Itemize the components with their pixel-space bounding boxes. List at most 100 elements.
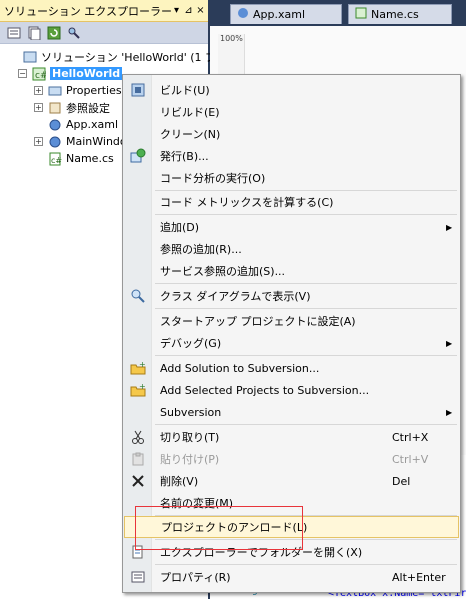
svg-text:+: + — [139, 382, 146, 391]
menu-item-add-service-reference[interactable]: サービス参照の追加(S)... — [124, 260, 459, 282]
properties-window-icon — [124, 566, 152, 588]
csharp-project-icon: c# — [31, 66, 47, 82]
menu-item-publish[interactable]: 発行(B)... — [124, 145, 459, 167]
solution-explorer-title-bar: ソリューション エクスプローラー ▾ ⊿ × — [0, 0, 208, 22]
menu-item-label: プロパティ(R) — [160, 571, 231, 584]
expand-icon[interactable]: + — [34, 86, 43, 95]
cut-icon — [124, 426, 152, 448]
close-icon[interactable]: × — [196, 5, 205, 16]
menu-item-label: 追加(D) — [160, 221, 200, 234]
xaml-file-icon — [47, 117, 63, 133]
menu-item-label: Add Solution to Subversion... — [160, 361, 320, 375]
tree-item-project[interactable]: − c# HelloWorld — [18, 65, 123, 82]
menu-item-add[interactable]: 追加(D) ▶ — [124, 216, 459, 238]
refresh-icon[interactable] — [46, 25, 62, 41]
svg-text:c#: c# — [51, 156, 62, 165]
menu-item-rebuild[interactable]: リビルド(E) — [124, 101, 459, 123]
menu-item-label: コード メトリックスを計算する(C) — [160, 196, 334, 209]
menu-item-label: スタートアップ プロジェクトに設定(A) — [160, 315, 356, 328]
collapse-icon[interactable]: − — [18, 69, 27, 78]
menu-item-view-class-diagram[interactable]: クラス ダイアグラムで表示(V) — [124, 285, 459, 307]
cs-file-icon: c# — [47, 151, 63, 167]
publish-icon — [124, 145, 152, 167]
auto-hide-icon[interactable]: ⊿ — [184, 5, 193, 16]
menu-item-label: ビルド(U) — [160, 84, 210, 97]
zoom-level[interactable]: 100% — [220, 34, 243, 43]
menu-item-clean[interactable]: クリーン(N) — [124, 123, 459, 145]
menu-item-subversion[interactable]: Subversion ▶ — [124, 401, 459, 423]
submenu-arrow-icon: ▶ — [446, 222, 453, 232]
menu-separator — [155, 214, 457, 215]
tab-app-xaml[interactable]: App.xaml — [230, 4, 342, 24]
class-diagram-icon — [124, 285, 152, 307]
menu-separator — [155, 308, 457, 309]
submenu-arrow-icon: ▶ — [446, 338, 453, 348]
menu-item-set-startup-project[interactable]: スタートアップ プロジェクトに設定(A) — [124, 310, 459, 332]
menu-item-label: サービス参照の追加(S)... — [160, 265, 286, 278]
menu-item-add-reference[interactable]: 参照の追加(R)... — [124, 238, 459, 260]
editor-tab-strip: App.xaml Name.cs — [210, 0, 466, 26]
menu-item-build[interactable]: ビルド(U) — [124, 79, 459, 101]
menu-item-label: デバッグ(G) — [160, 337, 222, 350]
svg-text:+: + — [139, 360, 146, 369]
svg-text:c#: c# — [35, 71, 46, 81]
tree-item-label: HelloWorld — [50, 67, 123, 80]
references-icon — [47, 100, 63, 116]
tab-label: Name.cs — [371, 8, 419, 21]
tree-item-references[interactable]: + 参照設定 — [34, 99, 110, 116]
menu-separator — [155, 564, 457, 565]
expand-icon[interactable]: + — [34, 103, 43, 112]
menu-item-shortcut: Ctrl+X — [392, 430, 429, 444]
menu-item-label: 発行(B)... — [160, 150, 209, 163]
build-icon — [124, 79, 152, 101]
add-folder-icon: + — [124, 379, 152, 401]
tree-item-label: Name.cs — [66, 152, 114, 165]
tree-item-name-cs[interactable]: c# Name.cs — [47, 150, 114, 167]
menu-item-delete[interactable]: 削除(V) Del — [124, 470, 459, 492]
menu-item-label: クラス ダイアグラムで表示(V) — [160, 290, 311, 303]
menu-item-label: Subversion — [160, 405, 222, 419]
annotation-highlight-box — [135, 506, 303, 550]
menu-item-label: 参照の追加(R)... — [160, 243, 242, 256]
tree-item-label: App.xaml — [66, 118, 119, 131]
menu-item-label: 削除(V) — [160, 475, 199, 488]
properties-icon — [47, 83, 63, 99]
menu-item-shortcut: Alt+Enter — [392, 570, 446, 584]
menu-item-code-metrics[interactable]: コード メトリックスを計算する(C) — [124, 191, 459, 213]
tree-item-mainwindow[interactable]: + MainWindow — [34, 133, 136, 150]
menu-item-label: Add Selected Projects to Subversion... — [160, 383, 370, 397]
properties-button-icon[interactable] — [6, 25, 22, 41]
menu-item-debug[interactable]: デバッグ(G) ▶ — [124, 332, 459, 354]
tree-item-solution[interactable]: ソリューション 'HelloWorld' (1 プロジ — [22, 48, 238, 65]
tree-item-properties[interactable]: + Properties — [34, 82, 122, 99]
tree-item-app-xaml[interactable]: App.xaml — [47, 116, 118, 133]
add-folder-icon: + — [124, 357, 152, 379]
show-all-files-icon[interactable] — [26, 25, 42, 41]
tree-item-label: Properties — [66, 84, 122, 97]
tree-item-label: 参照設定 — [66, 101, 110, 115]
cs-file-icon — [355, 7, 367, 22]
menu-item-cut[interactable]: 切り取り(T) Ctrl+X — [124, 426, 459, 448]
xaml-file-icon — [237, 7, 249, 22]
expand-icon[interactable]: + — [34, 137, 43, 146]
menu-item-properties[interactable]: プロパティ(R) Alt+Enter — [124, 566, 459, 588]
menu-item-run-code-analysis[interactable]: コード分析の実行(O) — [124, 167, 459, 189]
view-class-diagram-icon[interactable] — [66, 25, 82, 41]
menu-item-shortcut: Ctrl+V — [392, 452, 429, 466]
pin-icon[interactable]: ▾ — [172, 5, 181, 16]
tree-item-label: ソリューション 'HelloWorld' (1 プロジ — [41, 50, 239, 64]
menu-separator — [155, 283, 457, 284]
tab-label: App.xaml — [253, 8, 306, 21]
menu-item-add-selected-projects-to-subversion[interactable]: + Add Selected Projects to Subversion... — [124, 379, 459, 401]
menu-item-label: クリーン(N) — [160, 128, 221, 141]
submenu-arrow-icon: ▶ — [446, 407, 453, 417]
menu-separator — [155, 424, 457, 425]
tab-name-cs[interactable]: Name.cs — [348, 4, 452, 24]
paste-icon — [124, 448, 152, 470]
menu-item-paste[interactable]: 貼り付け(P) Ctrl+V — [124, 448, 459, 470]
menu-item-label: コード分析の実行(O) — [160, 172, 266, 185]
menu-separator — [155, 355, 457, 356]
menu-item-label: 切り取り(T) — [160, 431, 220, 444]
menu-item-add-solution-to-subversion[interactable]: + Add Solution to Subversion... — [124, 357, 459, 379]
menu-item-label: リビルド(E) — [160, 106, 220, 119]
